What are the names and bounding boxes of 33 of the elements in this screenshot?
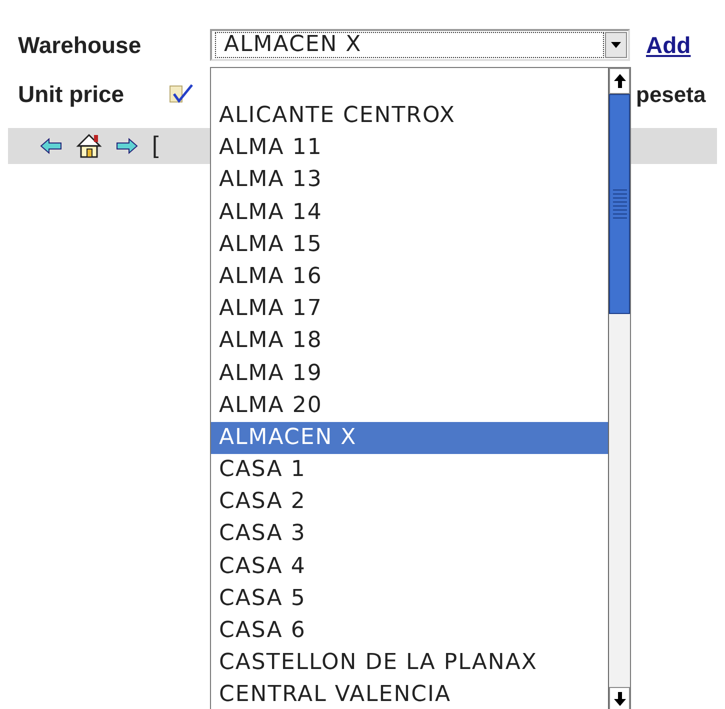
dropdown-option[interactable]: CASA 2 <box>211 486 608 518</box>
check-icon <box>168 82 194 106</box>
scroll-down-icon[interactable] <box>609 687 630 709</box>
dropdown-option[interactable]: CASA 4 <box>211 550 608 583</box>
dropdown-option[interactable]: ALMACEN X <box>211 422 608 454</box>
warehouse-label: Warehouse <box>18 30 142 60</box>
scroll-up-icon[interactable] <box>609 68 630 94</box>
dropdown-option[interactable]: CASA 6 <box>211 615 608 648</box>
dropdown-option[interactable]: ALMA 15 <box>211 228 608 261</box>
dropdown-option[interactable]: CASTELLON DE LA PLANAX <box>211 647 608 680</box>
scrollbar[interactable] <box>608 68 630 709</box>
scroll-thumb[interactable] <box>609 94 630 314</box>
dropdown-option[interactable]: CENTRAL VALENCIA <box>211 679 608 709</box>
dropdown-option[interactable]: ALMA 19 <box>211 358 608 390</box>
dropdown-option[interactable]: ALMA 17 <box>211 293 608 326</box>
dropdown-option[interactable]: ALMA 18 <box>211 325 608 358</box>
dropdown-option[interactable]: ALMA 13 <box>211 164 608 197</box>
dropdown-option[interactable]: CASA 3 <box>211 518 608 551</box>
back-arrow-icon[interactable] <box>40 138 62 154</box>
dropdown-option[interactable]: ALMA 14 <box>211 196 608 229</box>
bracket-text: [ <box>152 131 159 161</box>
dropdown-option[interactable]: CASA 1 <box>211 454 608 486</box>
unit-price-label: Unit price <box>18 80 126 109</box>
dropdown-option[interactable]: ALICANTE CENTROX <box>211 100 608 132</box>
dropdown-option[interactable]: ALMA 11 <box>211 132 608 164</box>
warehouse-select[interactable]: ALMACEN X <box>210 29 630 61</box>
dropdown-option[interactable]: ALMA 20 <box>211 390 608 422</box>
currency-label: peseta <box>636 80 707 109</box>
dropdown-option[interactable]: CASA 5 <box>211 582 608 615</box>
dropdown-option[interactable]: ALMA 16 <box>211 260 608 294</box>
forward-arrow-icon[interactable] <box>116 138 138 154</box>
add-link[interactable]: Add <box>646 28 691 62</box>
home-icon[interactable] <box>76 133 102 159</box>
